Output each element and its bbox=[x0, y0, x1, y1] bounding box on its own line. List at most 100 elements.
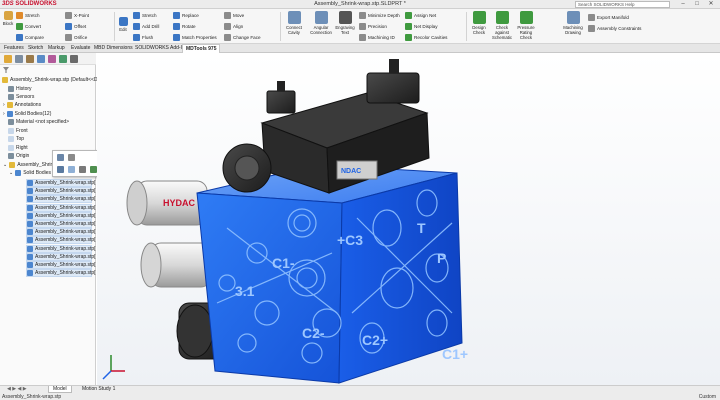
offset-button[interactable]: Offset bbox=[65, 23, 86, 30]
port-label-c3-plus: +C3 bbox=[337, 232, 363, 248]
machining-id-button[interactable]: Machining ID bbox=[359, 34, 395, 41]
display-manager-tab-icon[interactable] bbox=[48, 55, 56, 63]
recolor-cavities-button[interactable]: Recolor Cavities bbox=[405, 34, 447, 41]
export-manifold-button[interactable]: Export Manifold bbox=[588, 14, 629, 21]
match-properties-button[interactable]: Match Properties bbox=[173, 34, 217, 41]
convert-button[interactable]: Convert bbox=[16, 23, 41, 30]
nav-arrows-icon[interactable]: ◀ ▶ ◀ ▶ bbox=[3, 386, 31, 393]
solid-body-icon bbox=[27, 221, 33, 227]
zoom-to-selection-icon[interactable] bbox=[79, 166, 86, 173]
minimize-depth-button[interactable]: Minimize Depth bbox=[359, 12, 400, 19]
more-tab-icon[interactable] bbox=[70, 55, 78, 63]
expand-arrow-icon[interactable]: › bbox=[3, 110, 5, 118]
tab-model[interactable]: Model bbox=[48, 386, 72, 393]
precision-icon bbox=[359, 23, 366, 30]
property-manager-tab-icon[interactable] bbox=[15, 55, 23, 63]
material-icon bbox=[8, 119, 14, 125]
tree-item-solid-bodies-sub[interactable]: ⌄ Solid Bodies bbox=[9, 169, 51, 177]
body-list-item[interactable]: Assembly_Shrink-wrap.stp[ bbox=[26, 252, 96, 261]
stretch-2-button[interactable]: Stretch bbox=[133, 12, 157, 19]
port-label-t: T bbox=[417, 220, 426, 236]
tree-item-origin[interactable]: Origin bbox=[8, 152, 29, 160]
body-list-item[interactable]: Assembly_Shrink-wrap.stp[ bbox=[26, 244, 96, 253]
tab-evaluate[interactable]: Evaluate bbox=[68, 44, 93, 53]
tab-mdtools-975[interactable]: MDTools 975 bbox=[182, 44, 221, 53]
engraving-text-button[interactable]: Engraving Text bbox=[333, 11, 357, 35]
appearance-icon[interactable] bbox=[57, 154, 64, 161]
rotate-button[interactable]: Rotate bbox=[173, 23, 196, 30]
move-button[interactable]: Move bbox=[224, 12, 244, 19]
body-list-item[interactable]: Assembly_Shrink-wrap.stp[ bbox=[26, 269, 96, 278]
block-button[interactable]: Block bbox=[0, 11, 16, 26]
tree-item-annotations[interactable]: › Annotations bbox=[3, 101, 41, 109]
cartridge-valve-2[interactable] bbox=[140, 242, 212, 288]
tree-item-right[interactable]: Right bbox=[8, 144, 28, 152]
body-list-item[interactable]: Assembly_Shrink-wrap.stp[ bbox=[26, 236, 96, 245]
x-point-button[interactable]: X-Point bbox=[65, 12, 89, 19]
check-against-schematic-button[interactable]: Check against Schematic bbox=[490, 11, 514, 40]
tab-markup[interactable]: Markup bbox=[45, 44, 68, 53]
body-list-item[interactable]: Assembly_Shrink-wrap.stp[ bbox=[26, 211, 96, 220]
isolate-icon[interactable] bbox=[68, 166, 75, 173]
graphics-viewport[interactable]: HYDAC C1- C2- 3.1 C2+ C1+ P +C3 T NDAC bbox=[97, 53, 720, 385]
body-list-item[interactable]: Assembly_Shrink-wrap.stp[ bbox=[26, 195, 96, 204]
x-point-label: X-Point bbox=[74, 13, 90, 18]
connect-cavity-button[interactable]: Connect Cavity bbox=[281, 11, 307, 35]
body-list-item[interactable]: Assembly_Shrink-wrap.stp[ bbox=[26, 203, 96, 212]
expand-arrow-icon[interactable]: ⌄ bbox=[9, 169, 13, 177]
replace-button[interactable]: Replace bbox=[173, 12, 199, 19]
dimxpert-tab-icon[interactable] bbox=[37, 55, 45, 63]
minimize-button[interactable]: – bbox=[676, 0, 690, 9]
tab-features[interactable]: Features bbox=[1, 44, 27, 53]
compare-button[interactable]: Compare bbox=[16, 34, 44, 41]
change-face-button[interactable]: Change Face bbox=[224, 34, 261, 41]
tree-item-top[interactable]: Top bbox=[8, 135, 24, 143]
stretch-button[interactable]: Stretch bbox=[16, 12, 40, 19]
tab-motion-study-1[interactable]: Motion Study 1 bbox=[78, 386, 119, 393]
cartridge-valve-1[interactable]: HYDAC bbox=[126, 180, 208, 226]
move-copy-icon[interactable] bbox=[90, 166, 97, 173]
body-list-item-label: Assembly_Shrink-wrap.stp[ bbox=[35, 188, 96, 195]
edit-button[interactable]: Edit bbox=[114, 11, 132, 32]
flush-button[interactable]: Flush bbox=[133, 34, 153, 41]
tree-item-sensors[interactable]: Sensors bbox=[8, 93, 34, 101]
expand-arrow-icon[interactable]: › bbox=[3, 101, 5, 109]
plane-icon bbox=[8, 136, 14, 142]
add-in-tab-icon[interactable] bbox=[59, 55, 67, 63]
body-list-item[interactable]: Assembly_Shrink-wrap.stp[ bbox=[26, 179, 96, 187]
tab-sketch[interactable]: Sketch bbox=[25, 44, 46, 53]
hide-icon[interactable] bbox=[57, 166, 64, 173]
design-check-button[interactable]: Design Check bbox=[467, 11, 491, 35]
tree-item-solid-bodies[interactable]: › Solid Bodies(12) bbox=[3, 110, 51, 118]
feature-manager-tab-icon[interactable] bbox=[4, 55, 12, 63]
pressure-rating-check-button[interactable]: Pressure Rating Check bbox=[514, 11, 538, 40]
machining-drawing-button[interactable]: Machining Drawing bbox=[560, 11, 586, 35]
angular-connection-button[interactable]: Angular Connection bbox=[306, 11, 336, 35]
body-list-item[interactable]: Assembly_Shrink-wrap.stp[ bbox=[26, 187, 96, 196]
assembly-constraints-button[interactable]: Assembly Constraints bbox=[588, 25, 641, 32]
help-search-input[interactable]: Search SOLIDWORKS Help bbox=[575, 1, 670, 8]
body-list-item[interactable]: Assembly_Shrink-wrap.stp[ bbox=[26, 261, 96, 269]
filter-icon[interactable] bbox=[3, 67, 9, 73]
manifold-block[interactable]: C1- C2- 3.1 C2+ C1+ P +C3 T bbox=[196, 164, 468, 384]
configuration-manager-tab-icon[interactable] bbox=[26, 55, 34, 63]
align-button[interactable]: Align bbox=[224, 23, 243, 30]
orifice-button[interactable]: Orifice bbox=[65, 34, 87, 41]
tree-root[interactable]: Assembly_Shrink-wrap.stp (Default<<D... bbox=[2, 76, 102, 84]
close-button[interactable]: ✕ bbox=[704, 0, 718, 9]
net-display-button[interactable]: Net Display bbox=[405, 23, 438, 30]
expand-arrow-icon[interactable]: ⌄ bbox=[3, 161, 7, 169]
tree-item-material[interactable]: Material <not specified> bbox=[8, 118, 69, 126]
tree-item-front[interactable]: Front bbox=[8, 127, 28, 135]
precision-button[interactable]: Precision bbox=[359, 23, 387, 30]
assign-net-button[interactable]: Assign Net bbox=[405, 12, 436, 19]
body-list-item[interactable]: Assembly_Shrink-wrap.stp[ bbox=[26, 228, 96, 237]
normal-to-icon[interactable] bbox=[68, 154, 75, 161]
maximize-button[interactable]: □ bbox=[690, 0, 704, 9]
tab-mbd-dimensions[interactable]: MBD Dimensions bbox=[91, 44, 136, 53]
tree-item-assembly-shrink[interactable]: ⌄ Assembly_Shrink bbox=[3, 161, 56, 169]
tree-item-history[interactable]: History bbox=[8, 85, 32, 93]
add-drill-button[interactable]: Add Drill bbox=[133, 23, 159, 30]
body-list-item[interactable]: Assembly_Shrink-wrap.stp[ bbox=[26, 220, 96, 228]
status-units[interactable]: Custom bbox=[699, 394, 716, 400]
